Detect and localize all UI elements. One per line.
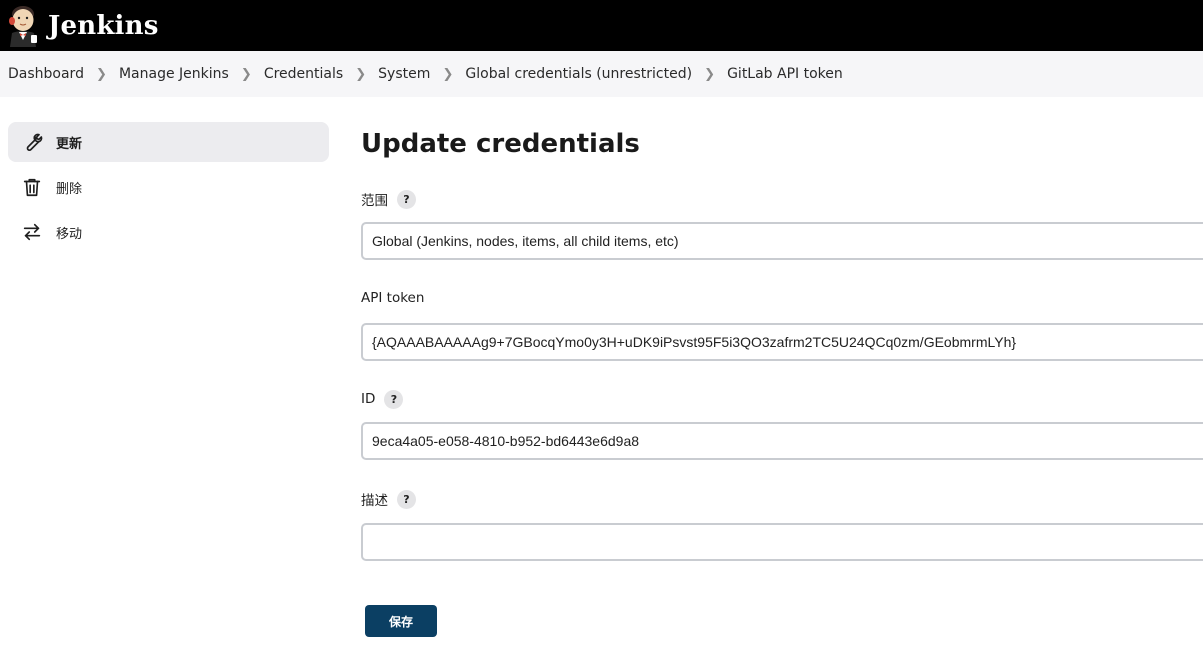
help-icon[interactable]: ? [397, 189, 416, 209]
page-header: Jenkins [0, 0, 1203, 51]
chevron-right-icon: ❯ [704, 66, 716, 82]
page-title: Update credentials [361, 129, 640, 159]
wrench-icon [21, 131, 43, 153]
scope-selected-value: Global (Jenkins, nodes, items, all child… [372, 233, 679, 249]
sidebar-item-label: 更新 [56, 136, 83, 152]
home-link[interactable]: Jenkins [0, 0, 159, 51]
breadcrumb-global-credentials[interactable]: Global credentials (unrestricted) [465, 66, 692, 82]
help-icon[interactable]: ? [384, 389, 404, 409]
scope-label: 范围 [361, 193, 388, 209]
chevron-right-icon: ❯ [96, 66, 107, 82]
help-icon[interactable]: ? [397, 489, 416, 509]
id-field[interactable] [361, 422, 1203, 460]
trash-icon [21, 176, 43, 198]
breadcrumb-gitlab-api-token[interactable]: GitLab API token [727, 66, 843, 82]
side-panel: 更新 删除 移动 [8, 122, 329, 257]
breadcrumb-manage-jenkins[interactable]: Manage Jenkins [119, 66, 229, 82]
breadcrumb: Dashboard ❯ Manage Jenkins ❯ Credentials… [0, 51, 1203, 97]
move-arrows-icon [21, 221, 43, 243]
description-field[interactable] [361, 523, 1203, 561]
scope-label-row: 范围 ? [361, 188, 1203, 210]
description-label-row: 描述 ? [361, 488, 1203, 510]
app-name: Jenkins [48, 10, 159, 41]
description-label: 描述 [361, 493, 388, 509]
api-token-label: API token [361, 290, 425, 306]
jenkins-logo-icon [9, 5, 37, 47]
id-label: ID [361, 391, 376, 407]
sidebar-item-label: 移动 [56, 226, 83, 242]
chevron-right-icon: ❯ [355, 66, 367, 82]
save-button[interactable]: 保存 [365, 605, 437, 637]
breadcrumb-system[interactable]: System [378, 66, 430, 82]
main-content: Update credentials 范围 ? Global (Jenkins,… [361, 122, 1203, 637]
api-token-label-row: API token [361, 287, 1203, 309]
chevron-right-icon: ❯ [442, 66, 454, 82]
id-label-row: ID ? [361, 388, 1203, 410]
sidebar-item-move[interactable]: 移动 [8, 212, 329, 252]
breadcrumb-credentials[interactable]: Credentials [264, 66, 343, 82]
scope-select[interactable]: Global (Jenkins, nodes, items, all child… [361, 222, 1203, 260]
sidebar-item-update[interactable]: 更新 [8, 122, 329, 162]
breadcrumb-dashboard[interactable]: Dashboard [8, 66, 84, 82]
sidebar-item-delete[interactable]: 删除 [8, 167, 329, 207]
api-token-field[interactable] [361, 323, 1203, 361]
chevron-right-icon: ❯ [240, 66, 252, 82]
sidebar-item-label: 删除 [56, 181, 83, 197]
